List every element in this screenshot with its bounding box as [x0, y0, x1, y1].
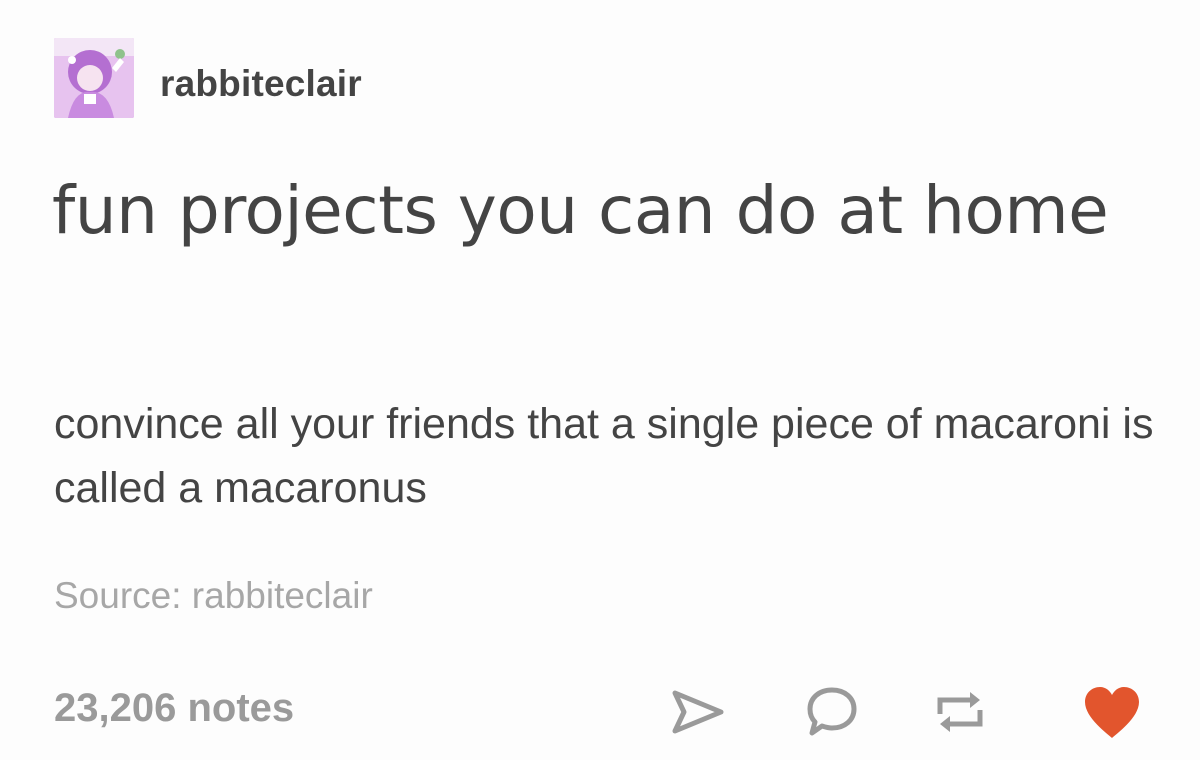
post-source: Source: rabbiteclair [54, 575, 373, 617]
post-card: rabbiteclair fun projects you can do at … [0, 0, 1200, 760]
share-icon [672, 690, 724, 734]
reblog-icon [937, 692, 983, 732]
post-footer: 23,206 notes [0, 672, 1200, 752]
reply-icon [807, 687, 857, 736]
post-body: convince all your friends that a single … [54, 400, 1154, 512]
share-button[interactable] [666, 680, 730, 744]
source-prefix: Source: [54, 575, 182, 616]
post-username[interactable]: rabbiteclair [160, 63, 362, 105]
avatar-image [54, 38, 134, 118]
reblog-button[interactable] [928, 680, 992, 744]
post-header: rabbiteclair [54, 38, 362, 118]
reply-button[interactable] [800, 680, 864, 744]
post-title: fun projects you can do at home [52, 172, 1109, 249]
like-button[interactable] [1080, 680, 1144, 744]
source-link[interactable]: rabbiteclair [192, 575, 373, 616]
notes-count[interactable]: 23,206 notes [54, 686, 294, 731]
heart-icon [1085, 687, 1139, 738]
avatar[interactable] [54, 38, 134, 118]
